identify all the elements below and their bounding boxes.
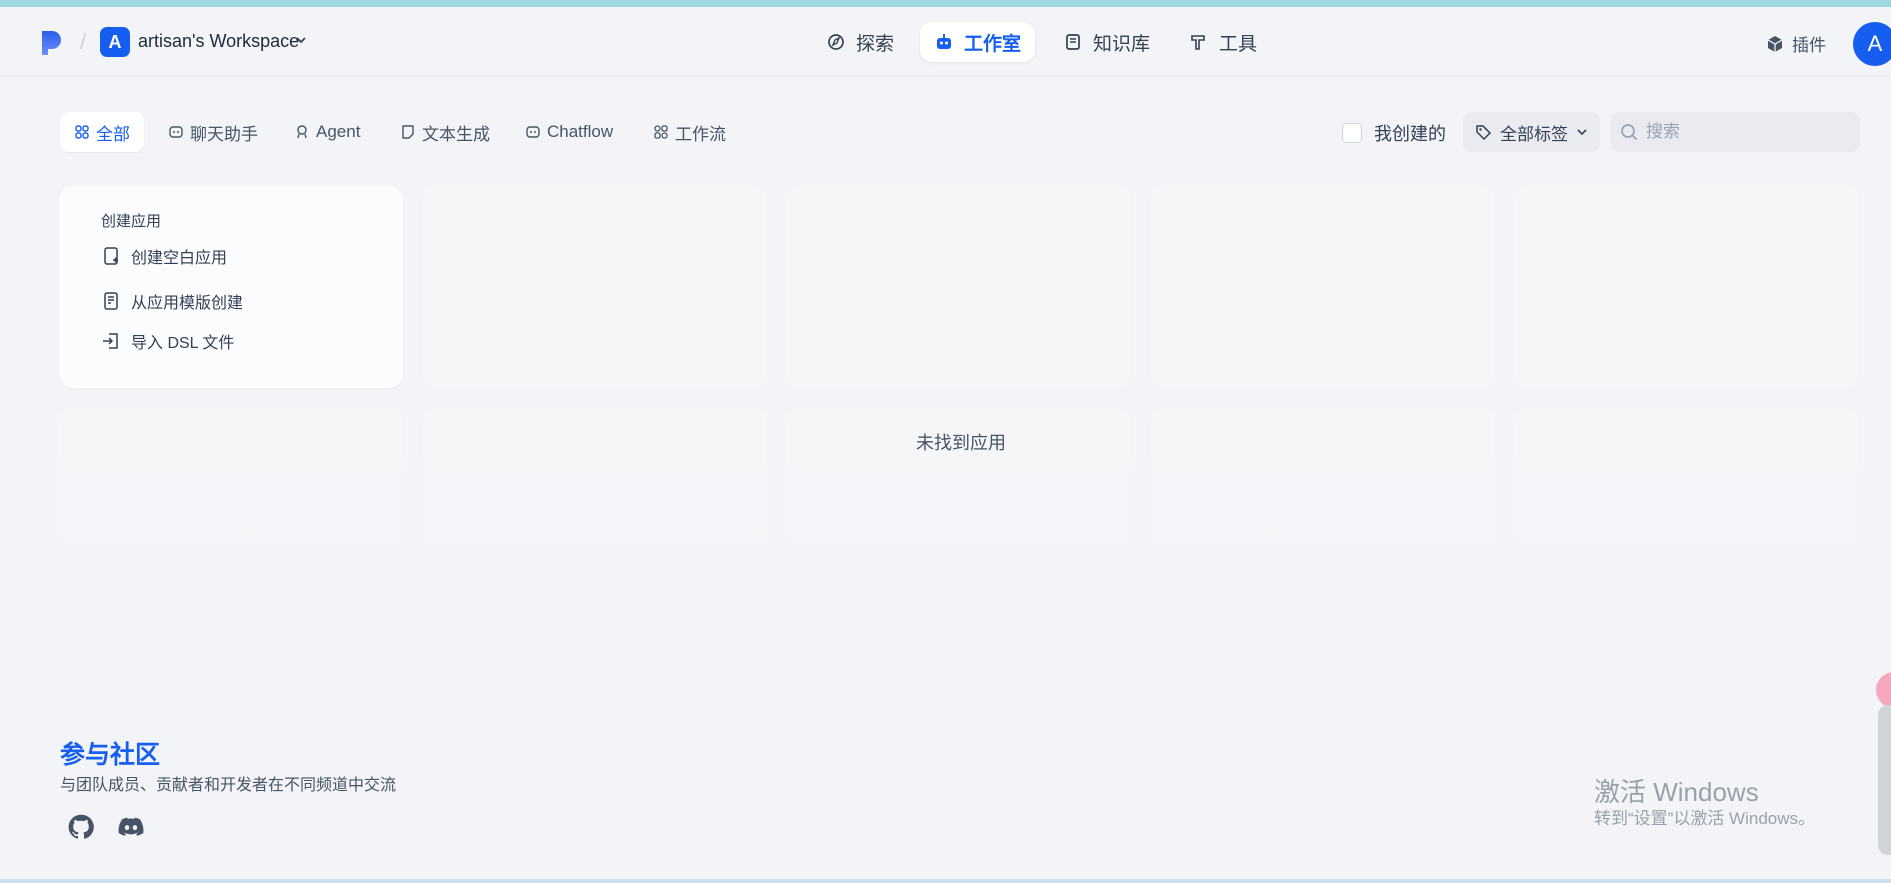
- cube-icon: [1767, 35, 1783, 52]
- window-bottom-stripe: [0, 879, 1891, 883]
- tab-text-generation-label: 文本生成: [422, 124, 490, 144]
- tab-chatflow[interactable]: Chatflow: [511, 112, 627, 152]
- tab-chat-assistant[interactable]: 聊天助手: [154, 112, 272, 152]
- hammer-icon: [1191, 35, 1205, 50]
- floating-assistant-button[interactable]: [1876, 672, 1891, 708]
- agent-icon: [297, 125, 307, 139]
- placeholder-card: [1151, 407, 1495, 609]
- discord-icon[interactable]: [117, 813, 145, 841]
- tab-text-generation[interactable]: 文本生成: [386, 112, 504, 152]
- file-plus-icon: [104, 247, 118, 265]
- placeholder-card: [1151, 186, 1495, 388]
- nav-studio-label: 工作室: [964, 33, 1022, 55]
- placeholder-card: [423, 186, 767, 388]
- created-by-me-label: 我创建的: [1374, 124, 1446, 144]
- grid-icon: [75, 125, 89, 139]
- note-icon: [402, 125, 414, 139]
- community-description: 与团队成员、贡献者和开发者在不同频道中交流: [60, 777, 397, 794]
- user-avatar[interactable]: A: [1853, 22, 1891, 66]
- create-blank-app-label: 创建空白应用: [131, 250, 228, 267]
- import-dsl-file-label: 导入 DSL 文件: [131, 335, 235, 352]
- created-by-me-filter[interactable]: 我创建的: [1342, 120, 1446, 146]
- tab-chat-assistant-label: 聊天助手: [190, 124, 258, 144]
- nav-knowledge-label: 知识库: [1093, 33, 1151, 55]
- nav-tools[interactable]: 工具: [1175, 22, 1271, 62]
- book-icon: [1066, 34, 1080, 50]
- plugin-label: 插件: [1792, 36, 1826, 55]
- template-icon: [104, 292, 118, 310]
- app-logo[interactable]: [40, 29, 64, 57]
- nav-studio[interactable]: 工作室: [920, 22, 1036, 62]
- chat-bot-icon: [169, 126, 183, 138]
- workflow-icon: [654, 125, 668, 139]
- tab-agent[interactable]: Agent: [280, 112, 374, 152]
- activation-watermark-subtitle: 转到“设置”以激活 Windows。: [1594, 809, 1816, 828]
- nav-knowledge[interactable]: 知识库: [1049, 22, 1164, 62]
- plugin-button[interactable]: 插件: [1766, 31, 1826, 56]
- chevron-down-icon[interactable]: [294, 33, 308, 47]
- breadcrumb-separator: /: [80, 29, 87, 54]
- create-app-title: 创建应用: [101, 213, 162, 230]
- nav-explore-label: 探索: [856, 33, 895, 55]
- side-widget-tab[interactable]: [1878, 705, 1891, 855]
- workspace-avatar[interactable]: A: [100, 27, 130, 57]
- robot-icon: [937, 34, 951, 49]
- placeholder-card: [1515, 186, 1859, 388]
- tab-workflow[interactable]: 工作流: [639, 112, 740, 152]
- chatflow-icon: [526, 126, 540, 138]
- tab-agent-label: Agent: [316, 122, 361, 141]
- tab-all-label: 全部: [96, 124, 130, 144]
- import-dsl-file[interactable]: 导入 DSL 文件: [101, 329, 234, 353]
- create-from-template-label: 从应用模版创建: [131, 295, 244, 312]
- empty-state-text: 未找到应用: [916, 433, 1006, 453]
- nav-tools-label: 工具: [1219, 33, 1258, 55]
- nav-explore[interactable]: 探索: [812, 22, 908, 62]
- placeholder-card: [59, 407, 403, 609]
- import-icon: [103, 333, 118, 349]
- compass-icon: [828, 34, 844, 50]
- created-by-me-checkbox[interactable]: [1342, 123, 1362, 143]
- tags-dropdown[interactable]: 全部标签: [1463, 112, 1600, 152]
- create-from-template[interactable]: 从应用模版创建: [101, 289, 243, 313]
- placeholder-card: [423, 407, 767, 609]
- github-icon[interactable]: [67, 813, 95, 841]
- chevron-down-icon: [1577, 129, 1587, 136]
- tab-workflow-label: 工作流: [675, 124, 726, 144]
- search-input[interactable]: [1644, 121, 1848, 143]
- community-title: 参与社区: [60, 741, 161, 769]
- tab-all[interactable]: 全部: [60, 112, 144, 152]
- placeholder-card: [1515, 407, 1859, 609]
- tag-icon: [1476, 124, 1492, 140]
- create-blank-app[interactable]: 创建空白应用: [101, 244, 227, 268]
- top-header: / A artisan's Workspace 探索 工作室 知识库 工具 插件…: [0, 7, 1891, 77]
- search-icon: [1621, 124, 1638, 141]
- window-top-stripe: [0, 0, 1891, 7]
- tags-label: 全部标签: [1500, 124, 1568, 144]
- search-box[interactable]: [1610, 112, 1860, 152]
- tab-chatflow-label: Chatflow: [547, 122, 614, 141]
- workspace-name[interactable]: artisan's Workspace: [138, 31, 299, 52]
- create-app-card: 创建应用 创建空白应用 从应用模版创建 导入 DSL 文件: [59, 186, 403, 388]
- placeholder-card: [787, 186, 1131, 388]
